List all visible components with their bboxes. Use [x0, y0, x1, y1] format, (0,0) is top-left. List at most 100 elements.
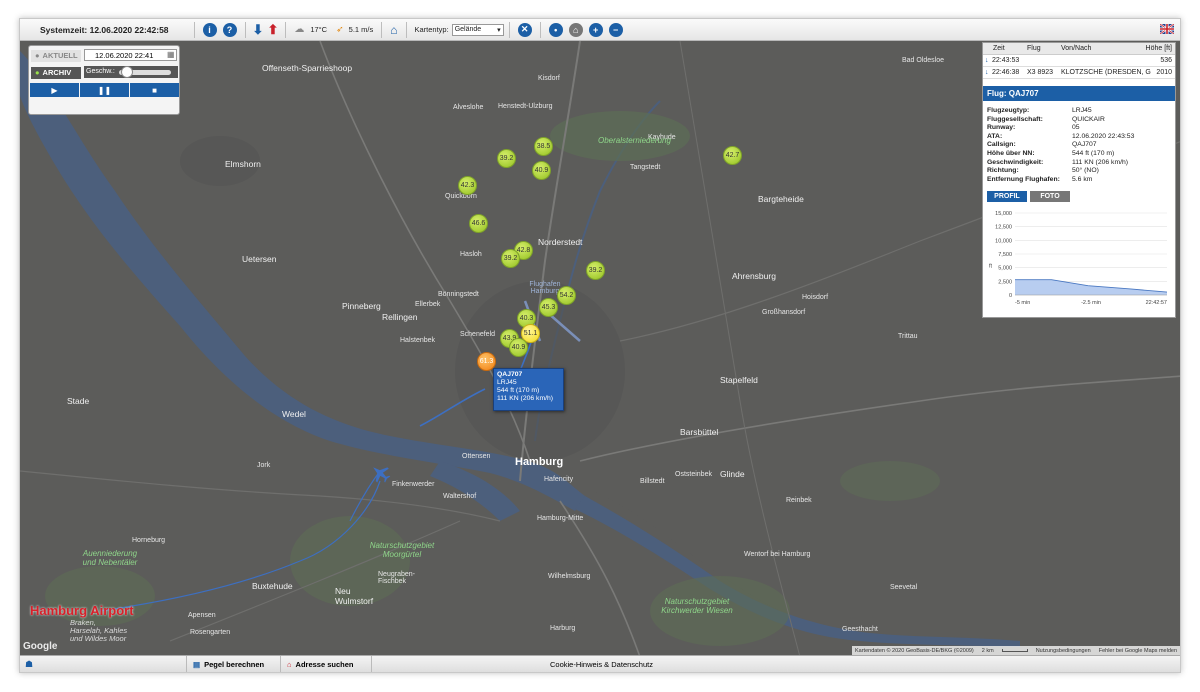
x-tick-label: -5 min [1015, 300, 1030, 306]
noise-station[interactable]: 39.2 [497, 149, 516, 168]
google-logo: Google [23, 641, 58, 652]
noise-station[interactable]: 40.9 [509, 338, 528, 357]
flight-info-panel: Zeit Flug Von/Nach Höhe [ft] ↓ 22:43:53 … [982, 42, 1176, 318]
tooltip-altitude: 544 ft (170 m) [497, 387, 540, 394]
stop-button[interactable]: ■ [130, 83, 179, 97]
report-error-link[interactable]: Fehler bei Google Maps melden [1099, 648, 1177, 654]
calendar-icon[interactable]: ▦ [167, 50, 175, 59]
info-icon[interactable]: i [202, 22, 217, 37]
detail-value: 5.6 km [1072, 175, 1093, 183]
radio-dot-icon: ● [35, 51, 40, 60]
place-label: Jork [257, 462, 271, 469]
flight-row[interactable]: ↓ 22:46:38 X3 8923 KLOTZSCHE (DRESDEN, G… [983, 68, 1175, 79]
help-icon[interactable]: ? [222, 22, 237, 37]
pegel-berechnen-button[interactable]: ▤ Pegel berechnen [186, 656, 279, 672]
attribution-data: Kartendaten © 2020 GeoBasis-DE/BKG (©200… [854, 647, 974, 654]
home-icon[interactable]: ⌂ [390, 23, 397, 37]
place-label: Billstedt [640, 478, 665, 485]
noise-station[interactable]: 42.3 [458, 176, 477, 195]
settings-icon[interactable]: ✕ [517, 22, 532, 37]
flight-tooltip[interactable]: QAJ707 LRJ45 544 ft (170 m) 111 KN (206 … [493, 368, 564, 411]
detail-key: Runway: [987, 124, 1016, 132]
speed-slider-knob[interactable] [121, 66, 133, 78]
play-button[interactable]: ▶ [30, 83, 79, 97]
temperature: 17°C [310, 25, 328, 34]
noise-station[interactable]: 42.7 [723, 146, 742, 165]
place-label: Norderstedt [538, 237, 583, 247]
detail-key: Callsign: [987, 141, 1016, 149]
col-flug[interactable]: Flug [1027, 45, 1041, 52]
detail-value: QUICKAIR [1072, 115, 1105, 123]
detail-key: Höhe über NN: [987, 150, 1035, 157]
location-pin-icon[interactable]: • [548, 22, 563, 37]
uk-flag-icon[interactable] [1160, 24, 1174, 34]
scale-label: 2 km [981, 647, 994, 654]
divider [193, 21, 195, 38]
x-tick-label: 22:42:57 [1146, 300, 1167, 306]
y-tick-label: 12,500 [995, 225, 1012, 231]
place-label: Ellerbek [415, 301, 441, 308]
radio-dot-icon: ● [35, 68, 40, 77]
aktuell-label: AKTUELL [42, 51, 78, 60]
home-view-icon[interactable]: ⌂ [568, 22, 583, 37]
col-hoehe[interactable]: Höhe [ft] [1146, 45, 1172, 52]
detail-key: Richtung: [987, 167, 1019, 175]
wind-speed: 5.1 m/s [348, 25, 374, 34]
noise-station[interactable]: 39.2 [586, 261, 605, 280]
divider [381, 21, 383, 38]
pause-button[interactable]: ❚❚ [80, 83, 129, 97]
date-time-input[interactable]: 12.06.2020 22:41 [84, 49, 177, 61]
y-tick-label: 5,000 [998, 266, 1012, 272]
zoom-in-icon[interactable]: + [588, 22, 603, 37]
noise-station[interactable]: 38.5 [534, 137, 553, 156]
cookie-link[interactable]: Cookie-Hinweis & Datenschutz [550, 660, 653, 669]
nature-label: Oberalsterniederung [598, 136, 671, 145]
system-time: Systemzeit: 12.06.2020 22:42:58 [40, 24, 169, 35]
col-zeit[interactable]: Zeit [993, 45, 1005, 52]
detail-key: Fluggesellschaft: [987, 115, 1043, 123]
place-label: Tangstedt [630, 164, 661, 171]
y-tick-label: 10,000 [995, 238, 1012, 244]
place-label: Henstedt-Ulzburg [498, 103, 553, 110]
place-label: Hasloh [460, 251, 482, 258]
layers-icon[interactable]: ☗ [25, 659, 33, 670]
tab-foto[interactable]: FOTO [1030, 191, 1070, 202]
place-label: Seevetal [890, 584, 918, 591]
adresse-suchen-button[interactable]: ⌂ Adresse suchen [280, 656, 372, 672]
noise-station[interactable]: 39.2 [501, 249, 520, 268]
landing-arrow-icon[interactable]: ⬇ [253, 22, 264, 38]
aktuell-button[interactable]: ● AKTUELL [31, 49, 81, 62]
place-label: Pinneberg [342, 301, 381, 311]
flight-row[interactable]: ↓ 22:43:53 536 [983, 56, 1175, 67]
map-type-select[interactable]: Gelände ▾ [451, 23, 504, 36]
detail-value: 111 KN (206 km/h) [1072, 158, 1129, 166]
place-label: Schenefeld [460, 331, 496, 338]
place-label: Kisdorf [538, 75, 560, 82]
archiv-button[interactable]: ● ARCHIV [31, 66, 81, 79]
aktuell-row: ● AKTUELL [31, 49, 81, 62]
place-label: Stapelfeld [720, 375, 758, 385]
col-von-nach[interactable]: Von/Nach [1061, 45, 1091, 52]
noise-station[interactable]: 40.9 [532, 161, 551, 180]
scale-bar [1001, 649, 1028, 652]
flight-altitude: 2010 [1156, 69, 1172, 76]
y-tick-label: 7,500 [998, 252, 1012, 258]
noise-station[interactable]: 46.6 [469, 214, 488, 233]
play-icon: ▶ [51, 85, 58, 95]
noise-station[interactable]: 45.3 [539, 298, 558, 317]
noise-station[interactable]: 54.2 [557, 286, 576, 305]
terms-link[interactable]: Nutzungsbedingungen [1036, 648, 1091, 654]
place-label: Wedel [282, 409, 306, 419]
arrival-arrow-icon: ↓ [985, 69, 989, 76]
speed-slider[interactable] [119, 66, 171, 78]
detail-value: 544 ft (170 m) [1072, 150, 1115, 157]
divider [285, 21, 287, 38]
place-label: Reinbek [786, 497, 812, 504]
pause-icon: ❚❚ [97, 85, 112, 95]
place-label: Trittau [898, 333, 918, 340]
zoom-out-icon[interactable]: − [608, 22, 623, 37]
place-label: Alveslohe [453, 104, 484, 111]
takeoff-arrow-icon[interactable]: ⬆ [267, 22, 278, 38]
tab-profil[interactable]: PROFIL [987, 191, 1027, 202]
flight-time: 22:43:53 [992, 57, 1020, 64]
